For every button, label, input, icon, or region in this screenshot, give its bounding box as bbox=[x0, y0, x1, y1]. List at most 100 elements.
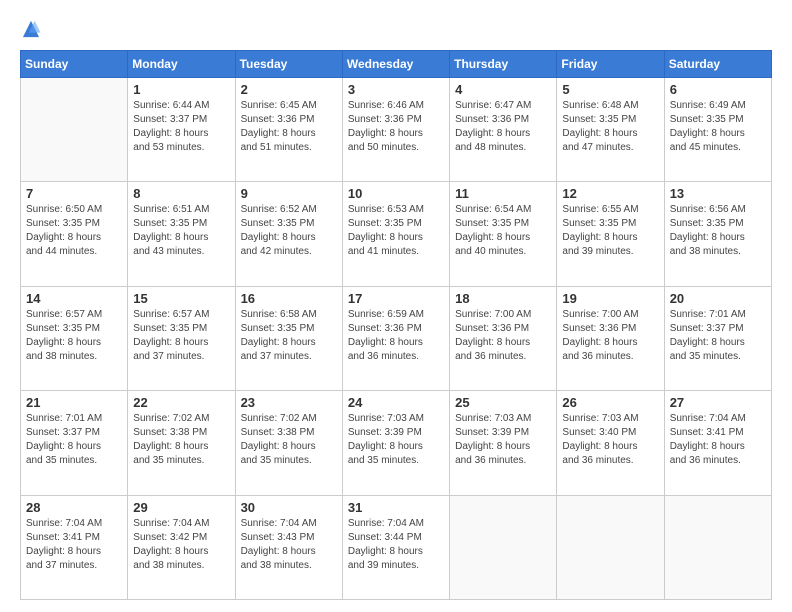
calendar-cell: 16 Sunrise: 6:58 AM Sunset: 3:35 PM Dayli… bbox=[235, 286, 342, 390]
calendar-cell: 24 Sunrise: 7:03 AM Sunset: 3:39 PM Dayli… bbox=[342, 391, 449, 495]
day-number: 27 bbox=[670, 395, 766, 410]
day-info: Sunrise: 7:04 AM Sunset: 3:41 PM Dayligh… bbox=[670, 412, 766, 468]
day-number: 30 bbox=[241, 500, 337, 515]
day-info: Sunrise: 6:57 AM Sunset: 3:35 PM Dayligh… bbox=[133, 308, 229, 364]
weekday-header: Monday bbox=[128, 51, 235, 78]
calendar-cell: 20 Sunrise: 7:01 AM Sunset: 3:37 PM Dayli… bbox=[664, 286, 771, 390]
day-info: Sunrise: 6:49 AM Sunset: 3:35 PM Dayligh… bbox=[670, 99, 766, 155]
day-info: Sunrise: 7:04 AM Sunset: 3:43 PM Dayligh… bbox=[241, 517, 337, 573]
weekday-header: Sunday bbox=[21, 51, 128, 78]
day-number: 23 bbox=[241, 395, 337, 410]
calendar-week-row: 7 Sunrise: 6:50 AM Sunset: 3:35 PM Daylig… bbox=[21, 182, 772, 286]
calendar-cell: 7 Sunrise: 6:50 AM Sunset: 3:35 PM Daylig… bbox=[21, 182, 128, 286]
day-info: Sunrise: 6:57 AM Sunset: 3:35 PM Dayligh… bbox=[26, 308, 122, 364]
calendar-week-row: 14 Sunrise: 6:57 AM Sunset: 3:35 PM Dayli… bbox=[21, 286, 772, 390]
calendar-cell: 23 Sunrise: 7:02 AM Sunset: 3:38 PM Dayli… bbox=[235, 391, 342, 495]
day-info: Sunrise: 6:51 AM Sunset: 3:35 PM Dayligh… bbox=[133, 203, 229, 259]
weekday-header: Thursday bbox=[450, 51, 557, 78]
calendar-cell: 26Sunrise: 7:03 AM Sunset: 3:40 PM Dayli… bbox=[557, 391, 664, 495]
calendar-week-row: 21Sunrise: 7:01 AM Sunset: 3:37 PM Dayli… bbox=[21, 391, 772, 495]
day-number: 29 bbox=[133, 500, 229, 515]
day-number: 21 bbox=[26, 395, 122, 410]
day-info: Sunrise: 6:47 AM Sunset: 3:36 PM Dayligh… bbox=[455, 99, 551, 155]
calendar-cell: 8Sunrise: 6:51 AM Sunset: 3:35 PM Daylig… bbox=[128, 182, 235, 286]
day-info: Sunrise: 7:02 AM Sunset: 3:38 PM Dayligh… bbox=[133, 412, 229, 468]
day-number: 7 bbox=[26, 186, 122, 201]
day-number: 19 bbox=[562, 291, 658, 306]
day-number: 6 bbox=[670, 82, 766, 97]
logo bbox=[20, 18, 46, 40]
weekday-header-row: SundayMondayTuesdayWednesdayThursdayFrid… bbox=[21, 51, 772, 78]
calendar-cell: 29 Sunrise: 7:04 AM Sunset: 3:42 PM Dayli… bbox=[128, 495, 235, 599]
calendar-cell: 27 Sunrise: 7:04 AM Sunset: 3:41 PM Dayli… bbox=[664, 391, 771, 495]
day-number: 18 bbox=[455, 291, 551, 306]
day-number: 4 bbox=[455, 82, 551, 97]
day-info: Sunrise: 7:01 AM Sunset: 3:37 PM Dayligh… bbox=[670, 308, 766, 364]
day-info: Sunrise: 6:59 AM Sunset: 3:36 PM Dayligh… bbox=[348, 308, 444, 364]
calendar-cell: 21Sunrise: 7:01 AM Sunset: 3:37 PM Dayli… bbox=[21, 391, 128, 495]
page: SundayMondayTuesdayWednesdayThursdayFrid… bbox=[0, 0, 792, 612]
day-number: 14 bbox=[26, 291, 122, 306]
day-info: Sunrise: 6:56 AM Sunset: 3:35 PM Dayligh… bbox=[670, 203, 766, 259]
day-info: Sunrise: 6:50 AM Sunset: 3:35 PM Dayligh… bbox=[26, 203, 122, 259]
day-info: Sunrise: 7:03 AM Sunset: 3:39 PM Dayligh… bbox=[348, 412, 444, 468]
calendar-cell: 5 Sunrise: 6:48 AM Sunset: 3:35 PM Daylig… bbox=[557, 78, 664, 182]
logo-icon bbox=[20, 18, 42, 40]
day-number: 31 bbox=[348, 500, 444, 515]
day-info: Sunrise: 6:48 AM Sunset: 3:35 PM Dayligh… bbox=[562, 99, 658, 155]
day-number: 15 bbox=[133, 291, 229, 306]
calendar-cell: 19 Sunrise: 7:00 AM Sunset: 3:36 PM Dayli… bbox=[557, 286, 664, 390]
day-info: Sunrise: 6:46 AM Sunset: 3:36 PM Dayligh… bbox=[348, 99, 444, 155]
day-number: 24 bbox=[348, 395, 444, 410]
calendar-week-row: 28 Sunrise: 7:04 AM Sunset: 3:41 PM Dayli… bbox=[21, 495, 772, 599]
day-info: Sunrise: 6:44 AM Sunset: 3:37 PM Dayligh… bbox=[133, 99, 229, 155]
calendar-cell: 4 Sunrise: 6:47 AM Sunset: 3:36 PM Daylig… bbox=[450, 78, 557, 182]
calendar-cell: 14 Sunrise: 6:57 AM Sunset: 3:35 PM Dayli… bbox=[21, 286, 128, 390]
calendar-cell: 22 Sunrise: 7:02 AM Sunset: 3:38 PM Dayli… bbox=[128, 391, 235, 495]
day-number: 26 bbox=[562, 395, 658, 410]
day-info: Sunrise: 6:55 AM Sunset: 3:35 PM Dayligh… bbox=[562, 203, 658, 259]
day-info: Sunrise: 6:53 AM Sunset: 3:35 PM Dayligh… bbox=[348, 203, 444, 259]
calendar-cell: 2Sunrise: 6:45 AM Sunset: 3:36 PM Daylig… bbox=[235, 78, 342, 182]
day-info: Sunrise: 6:45 AM Sunset: 3:36 PM Dayligh… bbox=[241, 99, 337, 155]
day-info: Sunrise: 7:02 AM Sunset: 3:38 PM Dayligh… bbox=[241, 412, 337, 468]
day-number: 9 bbox=[241, 186, 337, 201]
calendar-week-row: 1 Sunrise: 6:44 AM Sunset: 3:37 PM Daylig… bbox=[21, 78, 772, 182]
day-number: 13 bbox=[670, 186, 766, 201]
day-number: 28 bbox=[26, 500, 122, 515]
day-info: Sunrise: 7:00 AM Sunset: 3:36 PM Dayligh… bbox=[455, 308, 551, 364]
day-number: 20 bbox=[670, 291, 766, 306]
calendar-table: SundayMondayTuesdayWednesdayThursdayFrid… bbox=[20, 50, 772, 600]
weekday-header: Saturday bbox=[664, 51, 771, 78]
day-info: Sunrise: 7:04 AM Sunset: 3:42 PM Dayligh… bbox=[133, 517, 229, 573]
day-info: Sunrise: 6:58 AM Sunset: 3:35 PM Dayligh… bbox=[241, 308, 337, 364]
calendar-cell: 3 Sunrise: 6:46 AM Sunset: 3:36 PM Daylig… bbox=[342, 78, 449, 182]
calendar-cell: 30 Sunrise: 7:04 AM Sunset: 3:43 PM Dayli… bbox=[235, 495, 342, 599]
day-number: 1 bbox=[133, 82, 229, 97]
day-number: 11 bbox=[455, 186, 551, 201]
calendar-cell: 1 Sunrise: 6:44 AM Sunset: 3:37 PM Daylig… bbox=[128, 78, 235, 182]
calendar-cell bbox=[450, 495, 557, 599]
calendar-cell: 15 Sunrise: 6:57 AM Sunset: 3:35 PM Dayli… bbox=[128, 286, 235, 390]
calendar-cell: 28 Sunrise: 7:04 AM Sunset: 3:41 PM Dayli… bbox=[21, 495, 128, 599]
day-info: Sunrise: 7:04 AM Sunset: 3:41 PM Dayligh… bbox=[26, 517, 122, 573]
day-number: 12 bbox=[562, 186, 658, 201]
weekday-header: Friday bbox=[557, 51, 664, 78]
day-number: 3 bbox=[348, 82, 444, 97]
calendar-cell bbox=[557, 495, 664, 599]
day-number: 16 bbox=[241, 291, 337, 306]
day-number: 25 bbox=[455, 395, 551, 410]
calendar-cell: 13 Sunrise: 6:56 AM Sunset: 3:35 PM Dayli… bbox=[664, 182, 771, 286]
calendar-cell: 12 Sunrise: 6:55 AM Sunset: 3:35 PM Dayli… bbox=[557, 182, 664, 286]
calendar-cell: 10Sunrise: 6:53 AM Sunset: 3:35 PM Dayli… bbox=[342, 182, 449, 286]
day-info: Sunrise: 7:00 AM Sunset: 3:36 PM Dayligh… bbox=[562, 308, 658, 364]
calendar-cell: 6 Sunrise: 6:49 AM Sunset: 3:35 PM Daylig… bbox=[664, 78, 771, 182]
header bbox=[20, 18, 772, 40]
weekday-header: Wednesday bbox=[342, 51, 449, 78]
calendar-cell bbox=[21, 78, 128, 182]
day-number: 22 bbox=[133, 395, 229, 410]
day-info: Sunrise: 7:04 AM Sunset: 3:44 PM Dayligh… bbox=[348, 517, 444, 573]
day-number: 5 bbox=[562, 82, 658, 97]
calendar-cell: 11Sunrise: 6:54 AM Sunset: 3:35 PM Dayli… bbox=[450, 182, 557, 286]
day-number: 17 bbox=[348, 291, 444, 306]
